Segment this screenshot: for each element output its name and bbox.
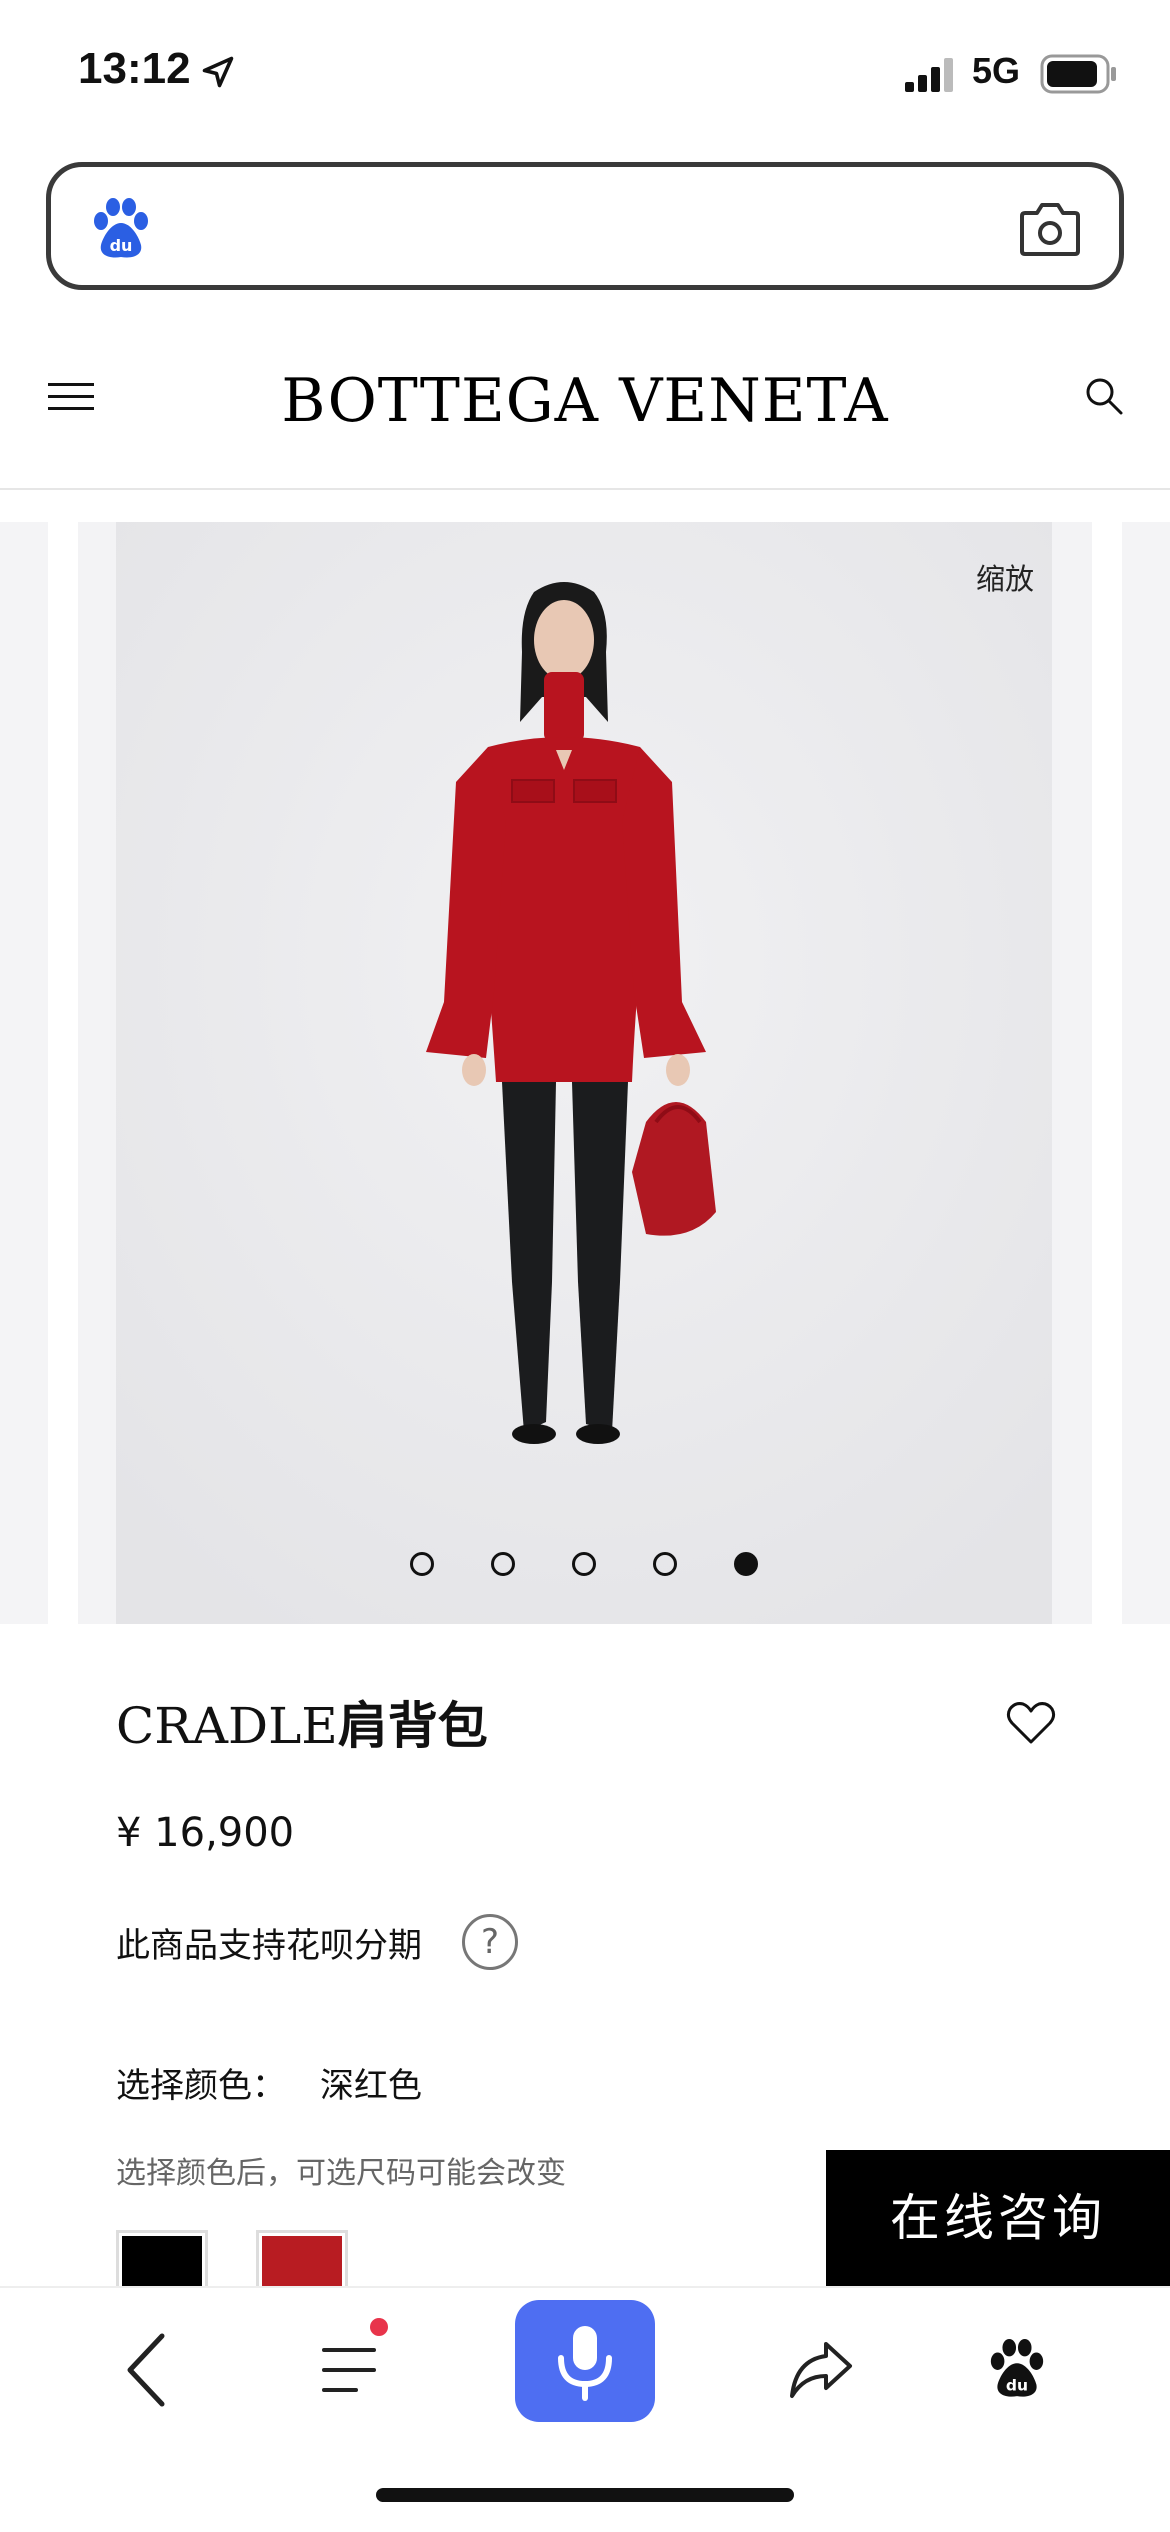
selected-color-value: 深红色 <box>320 2066 422 2106</box>
installment-info: 此商品支持花呗分期 <box>116 1926 422 1966</box>
baidu-paw-icon[interactable]: du <box>89 197 153 261</box>
status-time: 13:12 <box>78 44 191 93</box>
notification-badge <box>370 2318 388 2336</box>
back-arrow-icon[interactable] <box>122 2330 170 2410</box>
carousel-dot-active[interactable] <box>734 1552 758 1576</box>
next-slide-peek[interactable] <box>1122 522 1170 1624</box>
carousel-dot[interactable] <box>572 1552 596 1576</box>
cellular-signal-icon <box>905 58 953 92</box>
microphone-icon <box>558 2326 612 2401</box>
wishlist-heart-icon[interactable] <box>1006 1700 1056 1746</box>
product-image-carousel[interactable]: 缩放 <box>0 522 1170 1624</box>
network-type: 5G <box>972 50 1021 91</box>
previous-slide-peek[interactable] <box>0 522 48 1624</box>
product-title: CRADLE肩背包 <box>116 1686 488 1758</box>
site-header: BOTTEGA VENETA <box>0 320 1170 490</box>
share-icon[interactable] <box>786 2338 856 2402</box>
location-arrow-icon <box>202 56 234 88</box>
product-title-type: 肩背包 <box>337 1697 488 1755</box>
battery-icon <box>1040 54 1116 94</box>
color-label: 选择颜色： <box>116 2066 286 2106</box>
carousel-dot[interactable] <box>653 1552 677 1576</box>
zoom-button[interactable]: 缩放 <box>976 556 1034 598</box>
model-illustration <box>116 522 1052 1624</box>
search-bar[interactable]: du <box>46 162 1124 290</box>
product-price: ¥ 16,900 <box>116 1810 295 1856</box>
brand-logo[interactable]: BOTTEGA VENETA <box>0 366 1170 436</box>
color-note: 选择颜色后，可选尺码可能会改变 <box>116 2156 566 2191</box>
voice-search-button[interactable] <box>515 2300 655 2422</box>
carousel-dot[interactable] <box>491 1552 515 1576</box>
baidu-paw-icon[interactable]: du <box>986 2336 1048 2402</box>
carousel-indicators <box>0 1552 1170 1582</box>
bottom-toolbar: du <box>0 2286 1170 2532</box>
color-selection-row: 选择颜色： 深红色 <box>116 2058 422 2107</box>
carousel-dot[interactable] <box>410 1552 434 1576</box>
home-indicator <box>376 2488 794 2502</box>
help-question-icon[interactable]: ? <box>462 1914 518 1970</box>
product-title-name: CRADLE <box>116 1697 338 1755</box>
camera-icon[interactable] <box>1019 199 1081 257</box>
online-consult-button[interactable]: 在线咨询 <box>826 2150 1170 2286</box>
product-photo[interactable] <box>116 522 1052 1624</box>
svg-text:du: du <box>1006 2376 1028 2394</box>
search-icon[interactable] <box>1084 376 1124 416</box>
status-bar: 13:12 5G <box>0 0 1170 150</box>
menu-list-icon[interactable] <box>318 2338 382 2402</box>
carousel-slide[interactable]: 缩放 <box>78 522 1092 1624</box>
svg-text:du: du <box>110 236 133 255</box>
